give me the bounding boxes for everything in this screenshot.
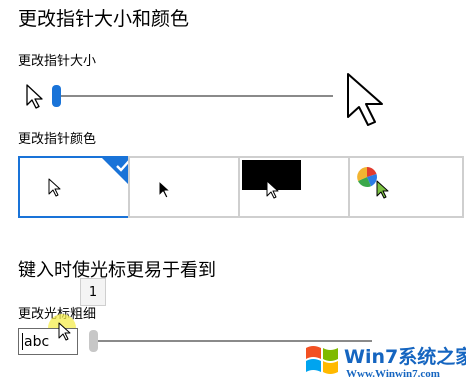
watermark-brand: Win7系统之家 <box>344 346 466 368</box>
text-cursor-section-title: 键入时使光标更易于看到 <box>18 260 216 281</box>
cursor-thickness-slider-thumb[interactable] <box>89 330 98 352</box>
windows-logo-icon <box>306 346 338 374</box>
pointer-size-label: 更改指针大小 <box>18 54 97 69</box>
pointer-size-slider-thumb[interactable] <box>52 85 61 107</box>
cursor-thickness-tooltip: 1 <box>80 278 106 306</box>
pointer-color-option-black[interactable] <box>128 156 244 218</box>
pointer-color-option-inverted[interactable] <box>238 156 354 218</box>
page-title: 更改指针大小和颜色 <box>18 8 190 30</box>
pointer-color-option-custom[interactable] <box>348 156 464 218</box>
color-wheel-icon <box>357 167 377 187</box>
pointer-custom-icon <box>376 180 389 199</box>
pointer-black-icon <box>158 180 171 199</box>
pointer-white-icon <box>48 178 61 197</box>
cursor-preview-text: abc <box>24 333 50 350</box>
pointer-color-label: 更改指针颜色 <box>18 132 97 147</box>
pointer-large-icon <box>347 73 383 126</box>
watermark-url: Www.Winwin7.com <box>346 368 440 380</box>
mouse-pointer-icon <box>58 322 71 341</box>
pointer-small-icon <box>26 84 43 109</box>
watermark: Win7系统之家 Www.Winwin7.com <box>304 336 466 390</box>
pointer-size-track[interactable] <box>56 95 333 97</box>
pointer-inverted-icon <box>266 180 279 199</box>
pointer-color-option-white[interactable] <box>18 156 134 218</box>
text-caret <box>22 333 23 350</box>
